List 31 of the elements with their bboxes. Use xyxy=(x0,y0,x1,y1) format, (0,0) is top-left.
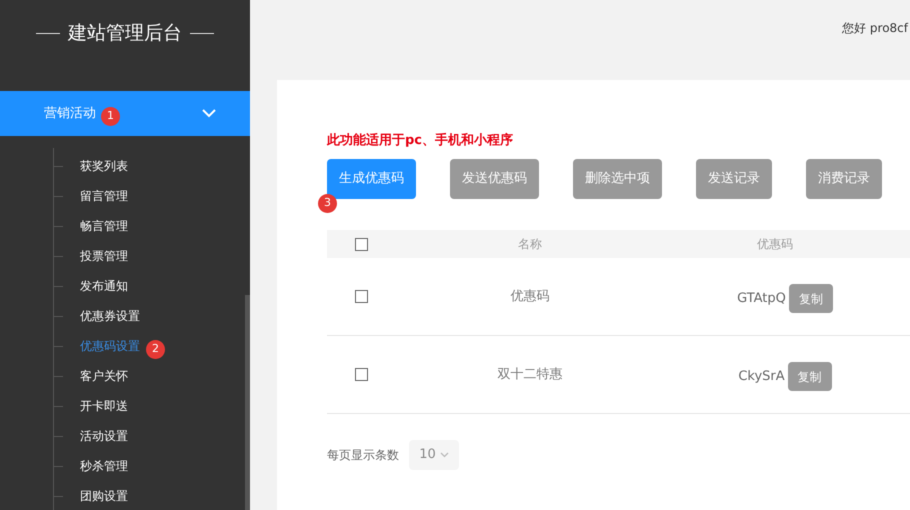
sidebar-title: 建站管理后台 xyxy=(68,21,182,46)
greeting-text: 您好 pro8cf xyxy=(842,20,908,37)
table-cell-text: CkySrA xyxy=(738,368,785,386)
table-cell-text: 优惠码 xyxy=(510,288,550,306)
submenu-item[interactable]: 投票管理 xyxy=(80,247,128,265)
submenu-item[interactable]: 发布通知 xyxy=(80,277,128,295)
row-checkbox[interactable] xyxy=(354,368,368,381)
select-all-checkbox[interactable] xyxy=(354,238,368,250)
scrollbar[interactable] xyxy=(245,295,250,510)
chevron-down-icon xyxy=(440,452,449,458)
submenu-item[interactable]: 留言管理 xyxy=(80,187,128,205)
submenu-item[interactable]: 获奖列表 xyxy=(80,157,128,175)
submenu-item[interactable]: 秒杀管理 xyxy=(80,457,128,475)
submenu-item[interactable]: 优惠券设置 xyxy=(80,307,140,325)
notice-text: 此功能适用于pc、手机和小程序 xyxy=(327,132,514,150)
page-size-label: 每页显示条数 xyxy=(327,447,399,464)
menu-item[interactable]: 营销活动 1 xyxy=(0,91,250,136)
column-header: 优惠码 xyxy=(756,236,794,253)
table-cell-text: GTAtpQ xyxy=(737,290,786,308)
table-cell-text: 双十二特惠 xyxy=(496,366,564,384)
row-checkbox[interactable] xyxy=(354,290,368,303)
submenu-item[interactable]: 畅言管理 xyxy=(80,217,128,235)
number-badge: 2 xyxy=(146,340,165,358)
submenu-item[interactable]: 开卡即送 xyxy=(80,397,128,415)
number-badge: 1 xyxy=(101,107,120,126)
submenu-item[interactable]: 客户关怀 xyxy=(80,367,128,385)
column-header: 名称 xyxy=(517,236,543,253)
submenu-item[interactable]: 团购设置 xyxy=(80,487,128,505)
submenu-item[interactable]: 优惠码设置 xyxy=(80,337,140,355)
submenu-item[interactable]: 活动设置 xyxy=(80,427,128,445)
number-badge: 3 xyxy=(318,194,337,213)
